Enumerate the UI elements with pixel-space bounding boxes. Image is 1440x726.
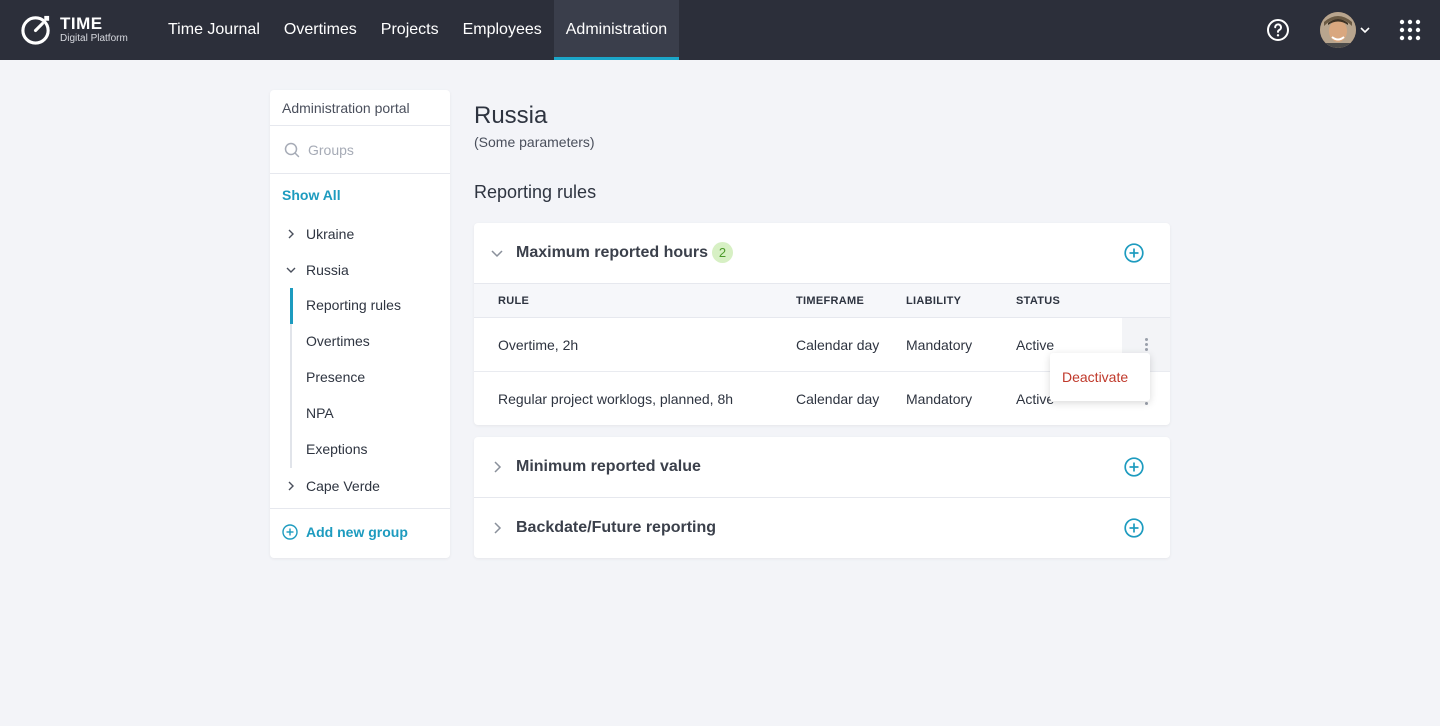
- app-title: TIME: [60, 13, 103, 33]
- user-avatar[interactable]: [1320, 12, 1356, 48]
- add-rule-plus-icon[interactable]: [1124, 457, 1144, 477]
- apps-grid-icon[interactable]: [1399, 19, 1421, 41]
- accordion-group-collapsed: Minimum reported value Backdate/Future r…: [474, 437, 1170, 558]
- add-rule-plus-icon[interactable]: [1124, 243, 1144, 263]
- russia-sub-list: Reporting rules Overtimes Presence NPA E…: [290, 288, 450, 468]
- stopwatch-logo-icon: [21, 15, 50, 45]
- chevron-down-icon: [491, 250, 503, 258]
- column-header-timeframe[interactable]: TIMEFRAME: [796, 295, 864, 307]
- search-placeholder: Groups: [308, 141, 354, 158]
- cell-status: Active: [1016, 337, 1055, 353]
- add-new-group-button[interactable]: Add new group: [282, 524, 408, 540]
- cell-timeframe: Calendar day: [796, 391, 880, 407]
- sidebar-title: Administration portal: [270, 90, 450, 126]
- nav-overtimes[interactable]: Overtimes: [272, 0, 369, 60]
- group-label: Cape Verde: [306, 478, 380, 494]
- nav-employees[interactable]: Employees: [451, 0, 554, 60]
- sidebar-item-presence[interactable]: Presence: [306, 369, 365, 385]
- accordion-header[interactable]: Maximum reported hours 2: [474, 223, 1170, 283]
- group-label: Ukraine: [306, 226, 355, 242]
- help-icon[interactable]: [1266, 18, 1290, 42]
- accordion-title: Maximum reported hours: [516, 244, 709, 261]
- chevron-right-icon: [494, 461, 502, 473]
- cell-rule: Regular project worklogs, planned, 8h: [498, 391, 734, 407]
- accordion-backdate-future-reporting[interactable]: Backdate/Future reporting: [474, 498, 1170, 558]
- cell-rule: Overtime, 2h: [498, 337, 579, 353]
- show-all-link[interactable]: Show All: [282, 187, 341, 203]
- chevron-down-icon: [286, 267, 296, 273]
- sidebar-item-reporting-rules[interactable]: Reporting rules: [306, 297, 401, 313]
- count-badge: 2: [712, 242, 733, 263]
- accordion-minimum-reported-value[interactable]: Minimum reported value: [474, 437, 1170, 497]
- search-icon: [284, 142, 300, 157]
- group-search-input[interactable]: Groups: [270, 126, 450, 174]
- cell-timeframe: Calendar day: [796, 337, 880, 353]
- cell-liability: Mandatory: [906, 391, 973, 407]
- cell-liability: Mandatory: [906, 337, 973, 353]
- menu-item-deactivate[interactable]: Deactivate: [1062, 369, 1128, 385]
- avatar-photo-icon: [1320, 12, 1356, 48]
- sidebar-item-npa[interactable]: NPA: [306, 405, 334, 421]
- active-indicator: [290, 288, 293, 324]
- group-label: Russia: [306, 262, 349, 278]
- sidebar-item-overtimes[interactable]: Overtimes: [306, 333, 370, 349]
- add-rule-plus-icon[interactable]: [1124, 518, 1144, 538]
- chevron-right-icon: [288, 481, 294, 491]
- plus-circle-icon: [282, 524, 298, 540]
- app-subtitle: Digital Platform: [60, 32, 128, 44]
- sidebar-group-ukraine[interactable]: Ukraine: [286, 224, 354, 244]
- nav-administration[interactable]: Administration: [553, 0, 680, 60]
- admin-sidebar: Administration portal Groups Show All Uk…: [270, 90, 450, 558]
- page-subtitle: (Some parameters): [474, 134, 595, 150]
- accordion-title: Backdate/Future reporting: [516, 519, 717, 536]
- chevron-down-icon[interactable]: [1359, 24, 1371, 36]
- section-title: Reporting rules: [474, 182, 597, 202]
- accordion-title: Minimum reported value: [516, 458, 701, 475]
- cell-status: Active: [1016, 391, 1055, 407]
- sidebar-item-exeptions[interactable]: Exeptions: [306, 441, 367, 457]
- top-bar: TIME Digital Platform Time Journal Overt…: [0, 0, 1440, 60]
- main-nav: Time Journal Overtimes Projects Employee…: [156, 0, 680, 60]
- page-title: Russia: [474, 102, 548, 129]
- column-header-liability[interactable]: LIABILITY: [906, 295, 961, 307]
- nav-projects[interactable]: Projects: [369, 0, 451, 60]
- sidebar-group-russia[interactable]: Russia: [286, 260, 349, 280]
- nav-time-journal[interactable]: Time Journal: [156, 0, 272, 60]
- table-header: RULE TIMEFRAME LIABILITY STATUS: [474, 283, 1170, 318]
- sidebar-footer: Add new group: [270, 508, 450, 558]
- app-logo[interactable]: TIME Digital Platform: [20, 13, 128, 46]
- chevron-right-icon: [494, 522, 502, 534]
- row-action-menu: Deactivate: [1050, 353, 1150, 401]
- column-header-status[interactable]: STATUS: [1016, 295, 1060, 307]
- column-header-rule[interactable]: RULE: [498, 295, 529, 307]
- chevron-right-icon: [288, 229, 294, 239]
- sidebar-group-cape-verde[interactable]: Cape Verde: [286, 476, 380, 496]
- add-group-label: Add new group: [306, 524, 408, 540]
